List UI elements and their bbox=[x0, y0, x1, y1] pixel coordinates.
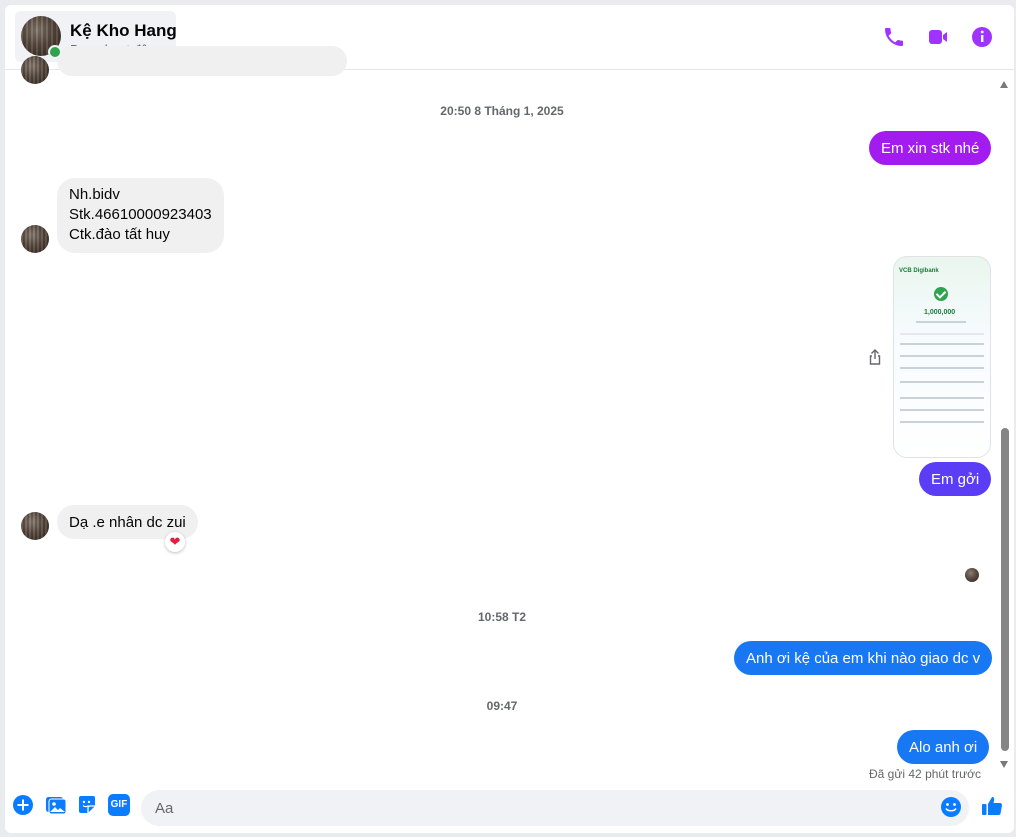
plus-circle-icon[interactable] bbox=[12, 794, 34, 816]
receipt-line bbox=[900, 381, 984, 383]
video-camera-icon[interactable] bbox=[926, 25, 950, 49]
message-bubble-outgoing[interactable]: Em gởi bbox=[919, 462, 992, 496]
chat-window: Kệ Kho Hang Đang hoạt động 20:50 8 Tháng… bbox=[5, 5, 1014, 833]
success-check-icon bbox=[934, 287, 948, 301]
contact-avatar-small bbox=[21, 225, 49, 253]
message-list[interactable]: 20:50 8 Tháng 1, 2025 Em xin stk nhé Nh.… bbox=[5, 46, 1014, 781]
scrollbar-thumb[interactable] bbox=[1001, 428, 1009, 751]
scroll-up-arrow[interactable] bbox=[1000, 81, 1008, 88]
gif-icon[interactable]: GIF bbox=[108, 794, 130, 816]
message-line: Nh.bidv bbox=[69, 186, 120, 203]
receipt-line bbox=[900, 421, 984, 423]
receipt-line bbox=[900, 355, 984, 357]
contact-avatar-small bbox=[21, 56, 49, 84]
contact-avatar-small bbox=[21, 512, 49, 540]
sent-status: Đã gửi 42 phút trước bbox=[869, 767, 981, 781]
receipt-brand: VCB Digibank bbox=[899, 268, 939, 274]
image-icon[interactable] bbox=[44, 794, 66, 816]
scroll-down-arrow[interactable] bbox=[1000, 761, 1008, 768]
receipt-line bbox=[900, 343, 984, 345]
message-bubble-outgoing[interactable]: Em xin stk nhé bbox=[869, 131, 992, 165]
timestamp: 10:58 T2 bbox=[477, 610, 527, 624]
message-bubble-incoming[interactable]: Nh.bidv Stk.46610000923403 Ctk.đào tất h… bbox=[57, 178, 224, 253]
message-line: Ctk.đào tất huy bbox=[69, 226, 170, 243]
receipt-line bbox=[900, 409, 984, 411]
timestamp: 09:47 bbox=[486, 699, 518, 713]
emoji-icon[interactable] bbox=[940, 796, 962, 818]
online-status-dot bbox=[48, 45, 62, 59]
receipt-image[interactable]: VCB Digibank 1,000,000 bbox=[893, 256, 991, 458]
seen-avatar bbox=[965, 568, 979, 582]
contact-name[interactable]: Kệ Kho Hang bbox=[70, 21, 177, 41]
share-icon[interactable] bbox=[866, 348, 884, 366]
receipt-line bbox=[900, 397, 984, 399]
message-bubble-outgoing[interactable]: Anh ơi kệ của em khi nào giao dc v bbox=[734, 641, 993, 675]
receipt-line bbox=[916, 321, 966, 323]
message-input[interactable] bbox=[153, 790, 937, 826]
heart-reaction-icon[interactable]: ❤ bbox=[165, 532, 185, 552]
phone-icon[interactable] bbox=[882, 25, 906, 49]
composer-bar: GIF bbox=[5, 780, 1014, 833]
receipt-line bbox=[900, 367, 984, 369]
message-line: Stk.46610000923403 bbox=[69, 206, 212, 223]
thumbs-up-icon[interactable] bbox=[980, 794, 1004, 818]
message-input-box[interactable] bbox=[141, 790, 969, 826]
info-icon[interactable] bbox=[970, 25, 994, 49]
message-bubble-outgoing[interactable]: Alo anh ơi bbox=[897, 730, 990, 764]
receipt-divider bbox=[900, 333, 984, 335]
sticker-icon[interactable] bbox=[76, 794, 98, 816]
message-bubble-partial bbox=[57, 46, 347, 76]
receipt-amount: 1,000,000 bbox=[924, 309, 956, 316]
timestamp: 20:50 8 Tháng 1, 2025 bbox=[440, 104, 564, 118]
